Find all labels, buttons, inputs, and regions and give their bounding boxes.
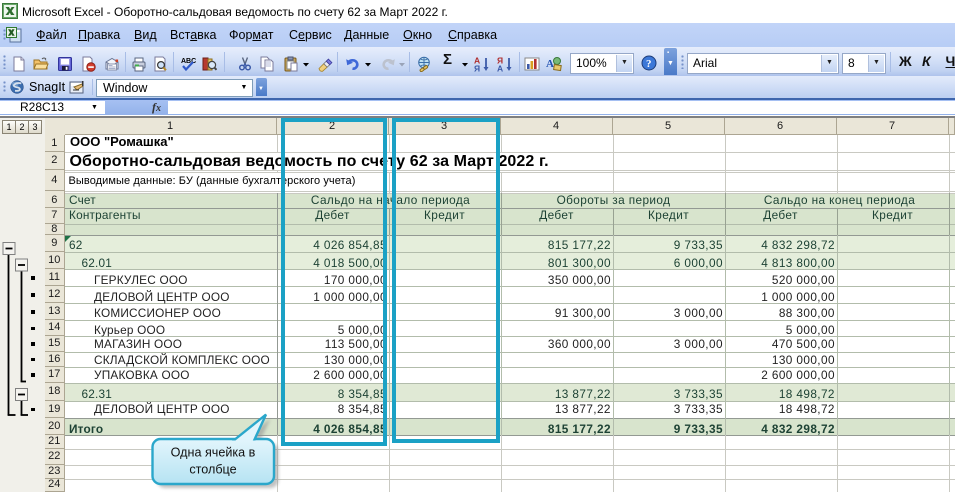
svg-text:Я: Я (474, 64, 480, 73)
svg-text:Одна ячейка в: Одна ячейка в (171, 446, 256, 460)
svg-text:столбце: столбце (189, 463, 236, 477)
svg-text:ABC: ABC (181, 58, 196, 65)
svg-text:A: A (546, 58, 554, 70)
svg-text:А: А (497, 64, 503, 73)
svg-text:?: ? (646, 58, 652, 70)
